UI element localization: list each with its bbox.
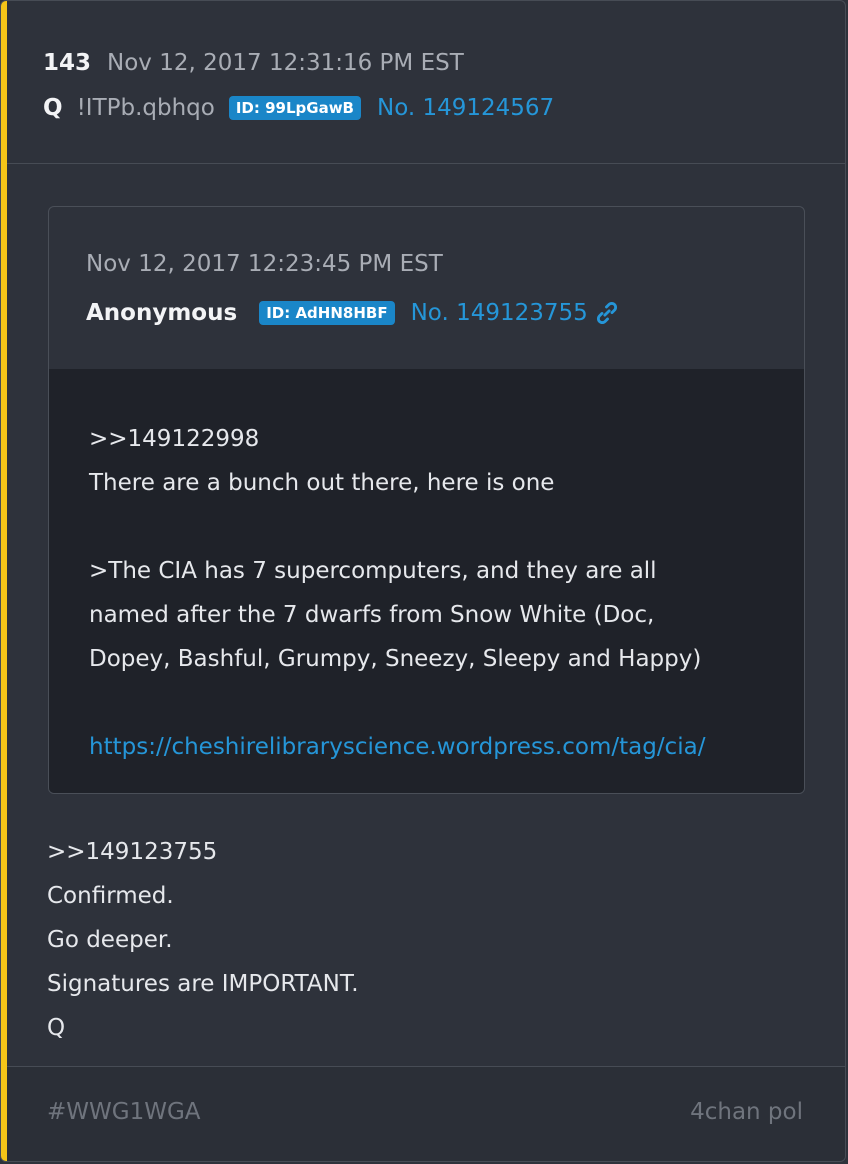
- post-number-link[interactable]: No. 149124567: [377, 95, 554, 121]
- quoted-post: Nov 12, 2017 12:23:45 PM EST Anonymous I…: [48, 206, 805, 794]
- quoted-url-link[interactable]: https://cheshirelibraryscience.wordpress…: [89, 725, 705, 769]
- hashtag-label: #WWG1WGA: [47, 1099, 201, 1125]
- post-author: Q: [43, 95, 63, 121]
- post-body: >>149123755 Confirmed. Go deeper. Signat…: [47, 830, 359, 1050]
- quoted-line-4: Dopey, Bashful, Grumpy, Sneezy, Sleepy a…: [89, 646, 702, 672]
- quoted-post-header: Nov 12, 2017 12:23:45 PM EST Anonymous I…: [49, 207, 804, 370]
- post-author-row: Q !ITPb.qbhqo ID: 99LpGawB No. 149124567: [43, 90, 554, 126]
- source-label: 4chan pol: [690, 1099, 803, 1125]
- quoted-line-3: named after the 7 dwarfs from Snow White…: [89, 602, 655, 628]
- quoted-post-author: Anonymous: [86, 300, 238, 326]
- post-meta-row: 143 Nov 12, 2017 12:31:16 PM EST: [43, 45, 464, 81]
- post-footer: #WWG1WGA 4chan pol: [7, 1066, 845, 1161]
- quoted-author-row: Anonymous ID: AdHN8HBF No. 149123755: [86, 295, 620, 331]
- quoted-post-body: >>149122998 There are a bunch out there,…: [49, 369, 804, 793]
- quoted-post-number-link[interactable]: No. 149123755: [411, 300, 588, 326]
- quoted-line-2: >The CIA has 7 supercomputers, and they …: [89, 558, 657, 584]
- post-date: Nov 12, 2017 12:31:16 PM EST: [107, 50, 464, 76]
- reply-ref: >>149123755: [47, 839, 218, 865]
- reply-line-3: Signatures are IMPORTANT.: [47, 971, 359, 997]
- quoted-line-1: There are a bunch out there, here is one: [89, 470, 555, 496]
- reply-line-2: Go deeper.: [47, 927, 173, 953]
- quoted-id-badge: ID: AdHN8HBF: [259, 301, 395, 325]
- accent-bar: [1, 1, 7, 1161]
- post-header: 143 Nov 12, 2017 12:31:16 PM EST Q !ITPb…: [7, 1, 845, 164]
- quoted-post-text: >>149122998 There are a bunch out there,…: [89, 417, 705, 769]
- reply-line-1: Confirmed.: [47, 883, 174, 909]
- post-id-badge: ID: 99LpGawB: [228, 96, 361, 120]
- quoted-reply-ref: >>149122998: [89, 426, 260, 452]
- post-tripcode: !ITPb.qbhqo: [76, 95, 215, 121]
- post-card: 143 Nov 12, 2017 12:31:16 PM EST Q !ITPb…: [0, 0, 846, 1162]
- chain-link-icon[interactable]: [594, 300, 620, 326]
- reply-line-4: Q: [47, 1015, 66, 1041]
- post-number: 143: [43, 50, 92, 76]
- quoted-post-date: Nov 12, 2017 12:23:45 PM EST: [86, 251, 443, 277]
